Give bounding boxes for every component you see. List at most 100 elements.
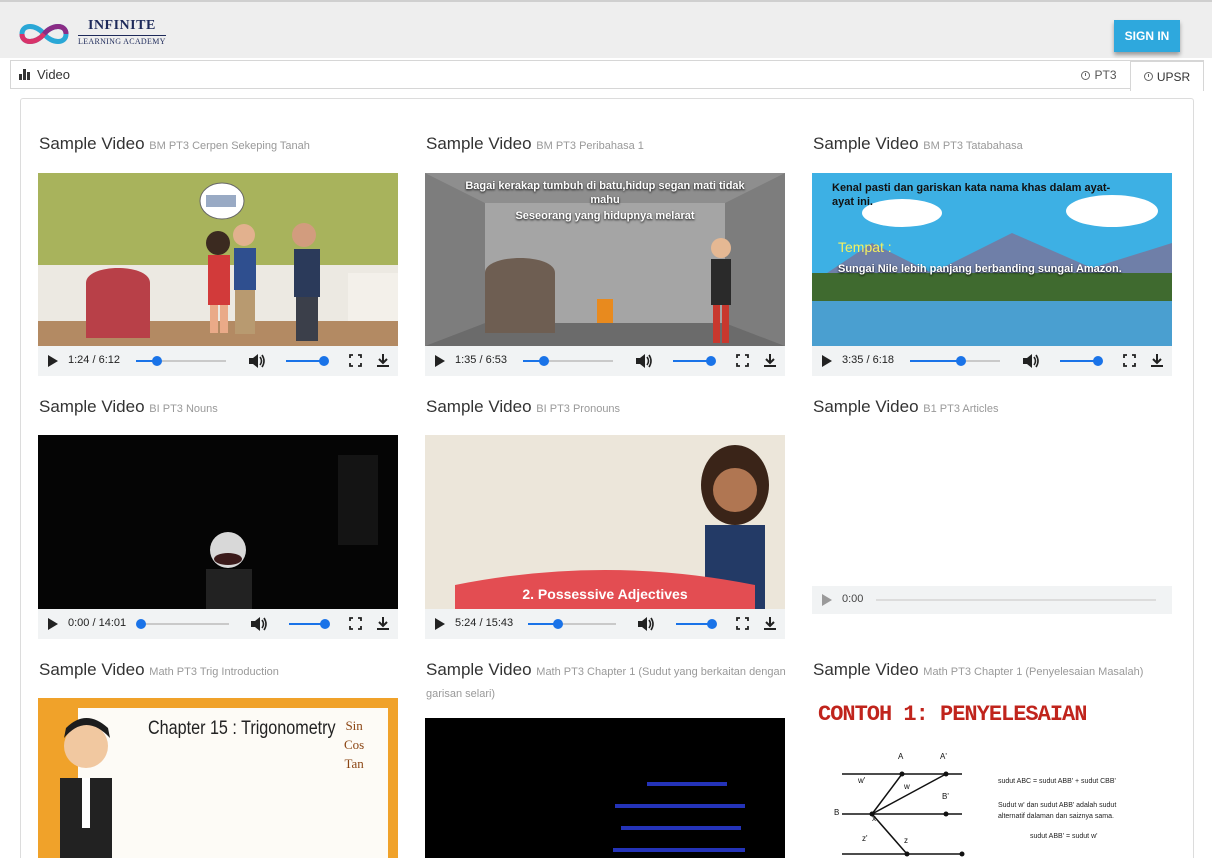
volume-slider[interactable]	[289, 619, 330, 629]
diagram-note: sudut ABB' = sudut w'	[1030, 833, 1098, 840]
video-caption: mahu	[590, 194, 620, 206]
volume-handle[interactable]	[707, 619, 717, 629]
fullscreen-icon[interactable]	[736, 617, 749, 630]
video-player[interactable]: CONTOH 1: PENYELESAIAN A A' B B' w' w x …	[812, 698, 1172, 858]
tab-upsr[interactable]: UPSR	[1130, 61, 1204, 91]
diagram-label: w	[904, 782, 910, 791]
seek-handle[interactable]	[538, 356, 549, 366]
diagram-label: A'	[940, 752, 947, 761]
volume-icon[interactable]	[635, 353, 653, 369]
sign-in-button[interactable]: SIGN IN	[1114, 20, 1180, 52]
volume-icon[interactable]	[250, 616, 268, 632]
video-caption: Tempat :	[838, 239, 892, 255]
video-title: Sample Video Math PT3 Trig Introduction	[39, 660, 279, 679]
download-icon[interactable]	[763, 353, 777, 368]
video-title: Sample Video BM PT3 Peribahasa 1	[426, 134, 644, 153]
video-title: Sample Video BM PT3 Cerpen Sekeping Tana…	[39, 134, 310, 153]
download-icon[interactable]	[1150, 353, 1164, 368]
video-player[interactable]: Bagai kerakap tumbuh di batu,hidup segan…	[425, 173, 785, 376]
video-player[interactable]: 2. Possessive Adjectives 5:24 / 15:43	[425, 435, 785, 639]
logo-subtitle: LEARNING ACADEMY	[78, 37, 166, 46]
seek-handle[interactable]	[552, 619, 563, 629]
volume-handle[interactable]	[706, 356, 716, 366]
play-icon[interactable]	[48, 618, 58, 630]
bar-chart-icon	[19, 69, 31, 80]
volume-slider[interactable]	[676, 619, 717, 629]
video-title: Sample Video Math PT3 Chapter 1 (Sudut y…	[426, 660, 786, 700]
volume-slider[interactable]	[286, 356, 329, 366]
tab-pt3[interactable]: PT3	[1069, 61, 1129, 89]
download-icon[interactable]	[376, 353, 390, 368]
fullscreen-icon[interactable]	[349, 354, 362, 367]
video-frame[interactable]	[38, 173, 398, 346]
logo[interactable]: INFINITE LEARNING ACADEMY	[14, 16, 184, 52]
video-caption: Tan	[344, 756, 364, 771]
seek-handle[interactable]	[136, 619, 146, 629]
video-title: Sample Video BI PT3 Pronouns	[426, 397, 621, 416]
video-player[interactable]: Kenal pasti dan gariskan kata nama khas …	[812, 173, 1172, 376]
video-controls: 0:00 / 14:01	[38, 609, 398, 639]
clock-icon	[1081, 70, 1091, 80]
video-frame[interactable]	[425, 718, 785, 858]
seek-bar[interactable]	[523, 356, 613, 366]
seek-bar[interactable]	[910, 356, 1000, 366]
infinity-logo-icon	[19, 24, 69, 44]
download-icon[interactable]	[376, 616, 390, 631]
seek-bar[interactable]	[136, 619, 229, 629]
video-frame[interactable]: CONTOH 1: PENYELESAIAN A A' B B' w' w x …	[812, 698, 1172, 858]
tab-upsr-label: UPSR	[1156, 69, 1191, 84]
video-frame[interactable]: Chapter 15 : Trigonometry Sin Cos Tan	[38, 698, 398, 858]
seek-bar[interactable]	[876, 599, 1156, 601]
volume-handle[interactable]	[319, 356, 329, 366]
video-frame[interactable]: 2. Possessive Adjectives	[425, 435, 785, 609]
video-time: 1:24 / 6:12	[68, 354, 120, 366]
fullscreen-icon[interactable]	[1123, 354, 1136, 367]
play-icon[interactable]	[435, 618, 445, 630]
fullscreen-icon[interactable]	[736, 354, 749, 367]
video-title: Sample Video BI PT3 Nouns	[39, 397, 218, 416]
video-frame[interactable]: Kenal pasti dan gariskan kata nama khas …	[812, 173, 1172, 346]
video-time: 5:24 / 15:43	[455, 617, 514, 629]
video-player[interactable]: 1:24 / 6:12	[38, 173, 398, 376]
seek-bar[interactable]	[136, 356, 226, 366]
video-time: 0:00 / 14:01	[68, 617, 127, 629]
volume-handle[interactable]	[1093, 356, 1103, 366]
volume-slider[interactable]	[673, 356, 716, 366]
volume-icon[interactable]	[248, 353, 266, 369]
audio-player[interactable]: 0:00	[812, 586, 1172, 614]
diagram-note: Sudut w' dan sudut ABB' adalah sudut	[998, 802, 1117, 809]
video-time: 3:35 / 6:18	[842, 354, 894, 366]
video-player[interactable]: Chapter 15 : Trigonometry Sin Cos Tan	[38, 698, 398, 858]
seek-handle[interactable]	[956, 356, 967, 366]
volume-icon[interactable]	[1022, 353, 1040, 369]
volume-slider[interactable]	[1060, 356, 1103, 366]
diagram-label: B	[834, 808, 840, 817]
video-title: Sample Video BM PT3 Tatabahasa	[813, 134, 1023, 153]
fullscreen-icon[interactable]	[349, 617, 362, 630]
download-icon[interactable]	[763, 616, 777, 631]
play-icon[interactable]	[48, 355, 58, 367]
video-title: Sample Video B1 PT3 Articles	[813, 397, 999, 416]
video-frame[interactable]: Bagai kerakap tumbuh di batu,hidup segan…	[425, 173, 785, 346]
video-caption: Kenal pasti dan gariskan kata nama khas …	[832, 182, 1111, 194]
video-caption: ayat ini.	[832, 196, 873, 208]
play-icon[interactable]	[822, 594, 832, 606]
video-caption: Sin	[345, 718, 363, 733]
seek-handle[interactable]	[151, 356, 162, 366]
video-frame[interactable]	[38, 435, 398, 609]
volume-handle[interactable]	[320, 619, 330, 629]
volume-icon[interactable]	[637, 616, 655, 632]
video-controls: 3:35 / 6:18	[812, 346, 1172, 376]
diagram-label: w'	[858, 776, 866, 785]
play-icon[interactable]	[822, 355, 832, 367]
site-header: INFINITE LEARNING ACADEMY SIGN IN	[0, 0, 1212, 58]
video-controls: 5:24 / 15:43	[425, 609, 785, 639]
video-player[interactable]: 0:00 / 14:01	[38, 435, 398, 639]
seek-bar[interactable]	[528, 619, 616, 629]
play-icon[interactable]	[435, 355, 445, 367]
video-caption: Cos	[344, 737, 365, 752]
video-caption: Seseorang yang hidupnya melarat	[515, 210, 695, 222]
video-player[interactable]	[425, 718, 785, 858]
logo-divider	[78, 35, 166, 36]
video-time: 1:35 / 6:53	[455, 354, 507, 366]
